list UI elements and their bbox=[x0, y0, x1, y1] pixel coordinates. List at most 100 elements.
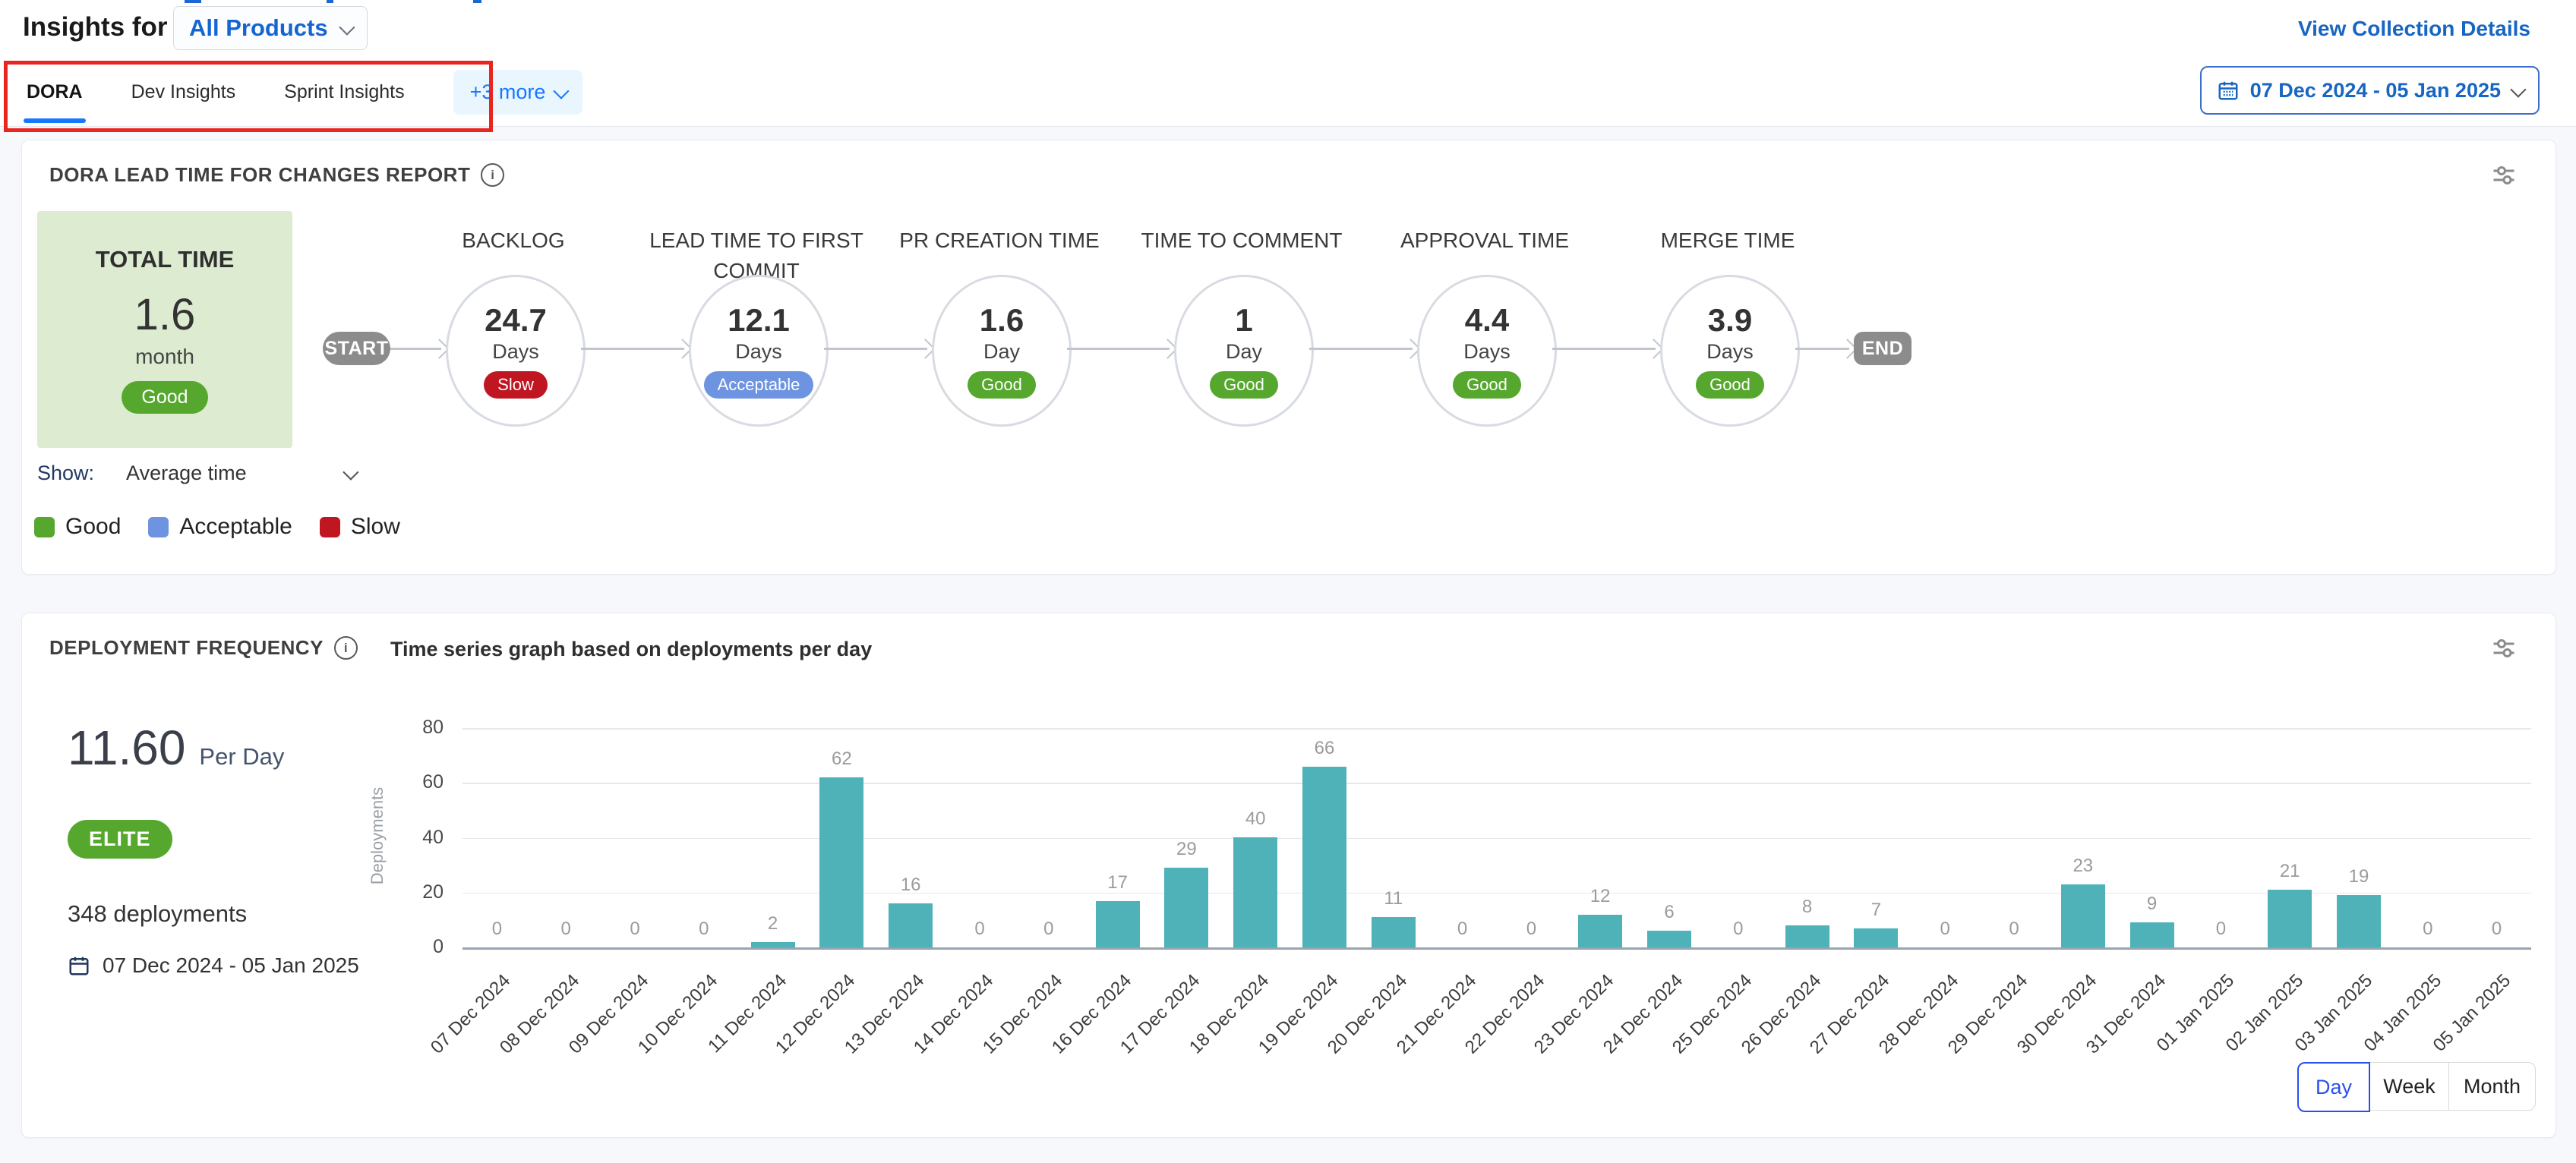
stage-label: PR CREATION TIME bbox=[863, 225, 1136, 256]
deployment-card-title: DEPLOYMENT FREQUENCY bbox=[49, 636, 324, 660]
bar-27-Dec-2024[interactable] bbox=[1854, 928, 1898, 947]
tab-dev-insights[interactable]: Dev Insights bbox=[131, 58, 236, 126]
show-metric-dropdown[interactable]: Show: Average time bbox=[37, 458, 355, 488]
chart-settings-icon[interactable] bbox=[2490, 162, 2518, 189]
stage-value: 1 bbox=[1235, 303, 1252, 338]
stage-value: 12.1 bbox=[728, 303, 790, 338]
bar-16-Dec-2024[interactable] bbox=[1096, 901, 1140, 947]
flow-connector-line bbox=[1067, 348, 1170, 350]
bar-value-label: 0 bbox=[2394, 919, 2462, 940]
granularity-month-button[interactable]: Month bbox=[2448, 1062, 2536, 1111]
stage-unit: Days bbox=[1463, 340, 1511, 364]
stage-status-badge: Good bbox=[1210, 371, 1278, 399]
date-range-picker[interactable]: 07 Dec 2024 - 05 Jan 2025 bbox=[2200, 66, 2540, 115]
deployment-rate: 11.60 Per Day bbox=[68, 720, 284, 776]
flow-connector-line bbox=[1309, 348, 1413, 350]
chart-gridline bbox=[462, 893, 2531, 894]
bar-30-Dec-2024[interactable] bbox=[2061, 884, 2105, 947]
bar-17-Dec-2024[interactable] bbox=[1164, 868, 1208, 947]
bar-value-label: 0 bbox=[601, 919, 669, 940]
bar-value-label: 2 bbox=[739, 913, 807, 934]
stage-circle-approval-time: 4.4DaysGood bbox=[1417, 275, 1557, 427]
tabs-more-dropdown[interactable]: +3 more bbox=[453, 70, 583, 115]
bar-23-Dec-2024[interactable] bbox=[1578, 915, 1622, 947]
legend-swatch bbox=[320, 517, 340, 537]
lead-time-card-title: DORA LEAD TIME FOR CHANGES REPORT bbox=[49, 163, 470, 187]
bar-value-label: 66 bbox=[1290, 738, 1359, 759]
legend-item-slow: Slow bbox=[320, 514, 400, 540]
chevron-down-icon bbox=[554, 83, 570, 99]
tab-dora[interactable]: DORA bbox=[27, 58, 83, 126]
page-title: Insights for bbox=[23, 12, 168, 43]
chart-title: Time series graph based on deployments p… bbox=[390, 638, 872, 661]
dora-lead-time-card: DORA LEAD TIME FOR CHANGES REPORT i TOTA… bbox=[21, 140, 2556, 575]
granularity-day-button[interactable]: Day bbox=[2297, 1062, 2370, 1112]
deployment-rate-unit: Per Day bbox=[199, 743, 284, 771]
product-selector-dropdown[interactable]: All Products bbox=[173, 6, 368, 50]
bar-value-label: 0 bbox=[532, 919, 600, 940]
bar-value-label: 16 bbox=[876, 875, 945, 896]
total-time-card: TOTAL TIME 1.6 month Good bbox=[37, 211, 292, 448]
stage-status-badge: Acceptable bbox=[704, 371, 814, 399]
stage-circle-time-to-comment: 1Day Good bbox=[1174, 275, 1314, 427]
deployment-date-range: 07 Dec 2024 - 05 Jan 2025 bbox=[68, 953, 359, 978]
deployment-card-title-row: DEPLOYMENT FREQUENCY i bbox=[49, 636, 358, 660]
insights-tab-bar: DORA Dev Insights Sprint Insights +3 more 0… bbox=[0, 58, 2576, 127]
legend-item-good: Good bbox=[34, 514, 121, 540]
stage-unit: Days bbox=[735, 340, 782, 364]
bar-02-Jan-2025[interactable] bbox=[2268, 890, 2312, 947]
stage-label: MERGE TIME bbox=[1591, 225, 1864, 256]
legend-swatch bbox=[148, 517, 169, 537]
bar-19-Dec-2024[interactable] bbox=[1302, 767, 1346, 947]
bar-value-label: 0 bbox=[670, 919, 738, 940]
bar-value-label: 12 bbox=[1566, 886, 1634, 907]
bar-value-label: 6 bbox=[1635, 902, 1703, 923]
bar-26-Dec-2024[interactable] bbox=[1785, 925, 1829, 947]
bar-value-label: 21 bbox=[2256, 861, 2324, 882]
cropped-text-fragment bbox=[185, 0, 201, 3]
chart-gridline bbox=[462, 783, 2531, 784]
bar-11-Dec-2024[interactable] bbox=[751, 942, 795, 947]
chevron-down-icon bbox=[2510, 81, 2526, 97]
bar-24-Dec-2024[interactable] bbox=[1647, 931, 1691, 947]
flow-connector-line bbox=[1552, 348, 1656, 350]
flow-connector-line bbox=[824, 348, 927, 350]
stage-circle-pr-creation-time: 1.6DayGood bbox=[932, 275, 1072, 427]
flow-end-pill: END bbox=[1854, 332, 1911, 365]
view-collection-details-link[interactable]: View Collection Details bbox=[2298, 17, 2530, 41]
bar-03-Jan-2025[interactable] bbox=[2337, 895, 2381, 947]
chart-settings-icon[interactable] bbox=[2490, 635, 2518, 662]
bar-value-label: 0 bbox=[1428, 919, 1497, 940]
granularity-toggle: DayWeekMonth bbox=[2297, 1062, 2536, 1112]
granularity-week-button[interactable]: Week bbox=[2369, 1062, 2449, 1111]
total-deployments: 348 deployments bbox=[68, 900, 247, 928]
bar-value-label: 0 bbox=[1497, 919, 1565, 940]
total-time-unit: month bbox=[135, 345, 194, 369]
bar-value-label: 29 bbox=[1152, 839, 1220, 860]
bar-value-label: 0 bbox=[1704, 919, 1773, 940]
info-icon[interactable]: i bbox=[481, 163, 504, 187]
stage-unit: Days bbox=[1706, 340, 1754, 364]
lead-time-card-title-row: DORA LEAD TIME FOR CHANGES REPORT i bbox=[49, 163, 504, 187]
product-selector-value: All Products bbox=[189, 14, 328, 42]
y-axis-tick-label: 0 bbox=[371, 936, 444, 958]
bar-18-Dec-2024[interactable] bbox=[1233, 837, 1277, 947]
tab-sprint-insights[interactable]: Sprint Insights bbox=[284, 58, 404, 126]
bar-13-Dec-2024[interactable] bbox=[889, 903, 933, 947]
status-legend: Good Acceptable Slow bbox=[34, 514, 400, 540]
flow-start-pill: START bbox=[323, 332, 390, 365]
performance-tier-badge: ELITE bbox=[68, 820, 172, 859]
legend-item-acceptable: Acceptable bbox=[148, 514, 292, 540]
info-icon[interactable]: i bbox=[334, 636, 358, 660]
stage-unit: Day bbox=[983, 340, 1020, 364]
total-time-label: TOTAL TIME bbox=[96, 246, 235, 273]
show-label: Show: bbox=[37, 462, 94, 485]
bar-value-label: 9 bbox=[2118, 894, 2186, 915]
bar-value-label: 7 bbox=[1842, 900, 1910, 921]
bar-20-Dec-2024[interactable] bbox=[1372, 917, 1416, 947]
stage-unit: Day bbox=[1226, 340, 1262, 364]
bar-31-Dec-2024[interactable] bbox=[2130, 922, 2174, 947]
x-axis-line bbox=[462, 947, 2531, 950]
bar-value-label: 0 bbox=[1911, 919, 1979, 940]
bar-12-Dec-2024[interactable] bbox=[819, 777, 863, 947]
